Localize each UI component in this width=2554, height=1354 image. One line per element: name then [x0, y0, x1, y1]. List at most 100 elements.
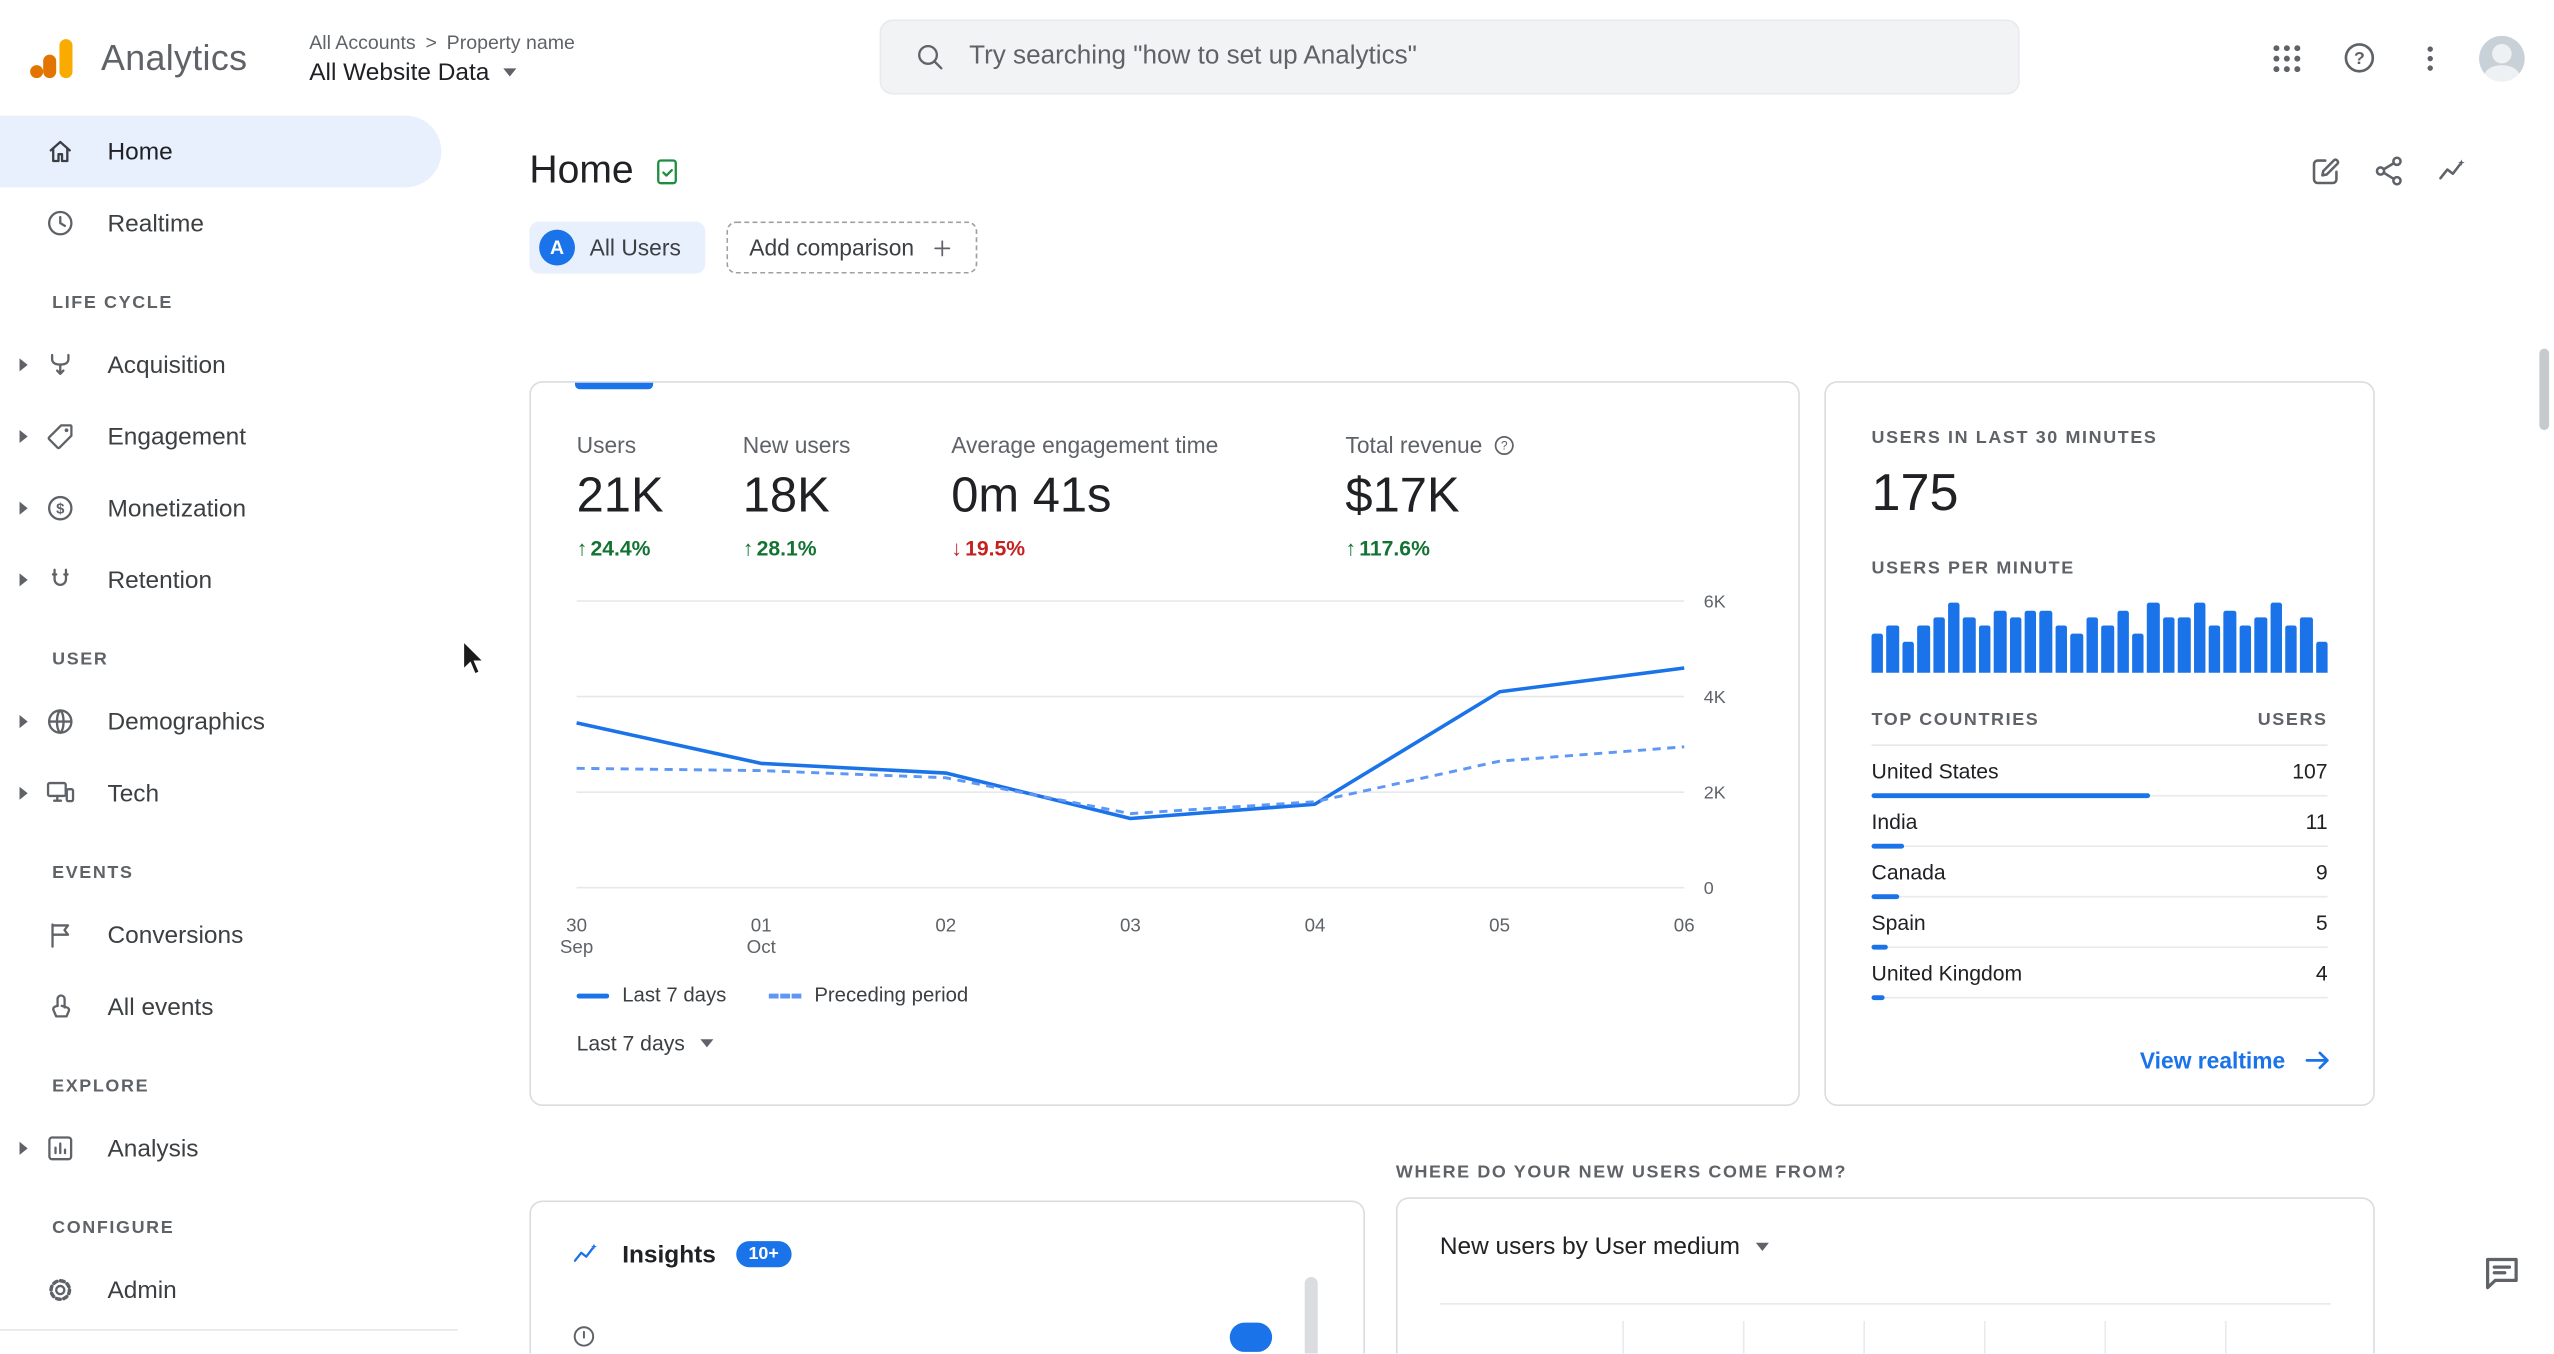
topbar: Analytics All Accounts > Property name A…	[0, 0, 2554, 116]
brand-name: Analytics	[100, 36, 248, 78]
country-users: 11	[2305, 809, 2328, 834]
sidebar-item-label: Admin	[107, 1276, 177, 1304]
sidebar-item-acquisition[interactable]: Acquisition	[0, 329, 458, 401]
expand-arrow-icon	[19, 573, 28, 587]
insight-list-item[interactable]	[531, 1297, 1363, 1352]
sidebar-item-realtime[interactable]: Realtime	[0, 187, 458, 259]
sidebar-item-tech[interactable]: Tech	[0, 757, 458, 829]
svg-text:$: $	[56, 501, 65, 518]
sidebar-item-monetization[interactable]: $ Monetization	[0, 472, 458, 544]
sidebar-item-label: All events	[107, 992, 214, 1021]
country-row: United Kingdom 4	[1871, 948, 2328, 1001]
country-name: Spain	[1871, 910, 1926, 935]
breadcrumb-property-name[interactable]: Property name	[447, 30, 575, 53]
analytics-app: Analytics All Accounts > Property name A…	[0, 0, 2554, 1354]
metric-delta: ↓ 19.5%	[951, 535, 1026, 561]
country-row: Spain 5	[1871, 897, 2328, 950]
feedback-chat-button[interactable]	[2479, 1251, 2525, 1305]
users-column-header: USERS	[2257, 710, 2328, 730]
top-countries-header: TOP COUNTRIES	[1871, 710, 2040, 730]
flag-icon	[42, 919, 78, 952]
svg-text:6K: 6K	[1704, 592, 1726, 612]
expand-arrow-icon	[19, 786, 28, 800]
new-users-table-skeleton	[1439, 1303, 2331, 1354]
country-users: 5	[2315, 910, 2328, 935]
search-bar[interactable]	[879, 19, 2020, 95]
sidebar-item-conversions[interactable]: Conversions	[0, 899, 458, 971]
search-input[interactable]	[969, 42, 1989, 72]
svg-text:4K: 4K	[1704, 687, 1726, 707]
sidebar-item-retention[interactable]: Retention	[0, 544, 458, 616]
new-users-card: New users by User medium	[1395, 1197, 2375, 1354]
metric-avg-engagement-time[interactable]: Average engagement time 0m 41s ↓ 19.5%	[951, 432, 1345, 561]
metric-label: Users	[576, 431, 637, 458]
customize-icon	[2312, 158, 2340, 185]
chevron-down-icon	[699, 1039, 713, 1048]
insights-panel-button[interactable]	[2435, 153, 2471, 189]
date-range-value: Last 7 days	[576, 1031, 685, 1056]
account-property-selector[interactable]: All Accounts > Property name All Website…	[309, 30, 575, 85]
metric-new-users[interactable]: New users 18K ↑ 28.1%	[743, 432, 951, 561]
trend-chart-svg: 0 2K 4K 6K	[576, 592, 1726, 898]
share-report-button[interactable]	[2372, 153, 2408, 189]
customize-report-button[interactable]	[2308, 153, 2344, 189]
apps-grid-icon	[2273, 44, 2301, 72]
sidebar-item-label: Home	[107, 137, 173, 166]
sidebar-collapse-button[interactable]	[0, 1331, 458, 1354]
expand-arrow-icon	[19, 430, 28, 444]
sidebar-item-demographics[interactable]: Demographics	[0, 686, 458, 758]
insights-spark-icon	[573, 1243, 597, 1262]
metric-total-revenue[interactable]: Total revenue ? $17K ↑ 117.6%	[1345, 432, 1516, 561]
sidebar-item-label: Analysis	[107, 1134, 199, 1163]
add-comparison-button[interactable]: Add comparison	[726, 221, 978, 274]
account-avatar-button[interactable]	[2469, 25, 2534, 90]
comparison-chip-label: All Users	[589, 234, 681, 261]
metric-label: New users	[742, 431, 851, 458]
google-analytics-logo[interactable]: Analytics	[26, 32, 247, 84]
metric-label: Average engagement time	[951, 431, 1219, 458]
help-circle-icon[interactable]: ?	[1492, 432, 1516, 456]
new-users-card-title: New users by User medium	[1439, 1233, 1740, 1261]
sidebar-item-engagement[interactable]: Engagement	[0, 401, 458, 473]
metric-delta: ↑ 28.1%	[742, 535, 817, 561]
more-options-button[interactable]	[2398, 25, 2463, 90]
metric-delta: ↑ 117.6%	[1345, 535, 1430, 561]
view-realtime-link[interactable]: View realtime	[2140, 1044, 2334, 1077]
metric-users[interactable]: Users 21K ↑ 24.4%	[577, 432, 743, 561]
page-scrollbar-thumb[interactable]	[2539, 348, 2550, 431]
sidebar-item-all-events[interactable]: All events	[0, 971, 458, 1043]
breadcrumb: All Accounts > Property name	[309, 30, 575, 53]
metric-value: $17K	[1345, 469, 1460, 523]
new-users-dimension-selector[interactable]: New users by User medium	[1440, 1233, 2331, 1261]
svg-text:?: ?	[1501, 438, 1508, 452]
apps-grid-button[interactable]	[2254, 25, 2319, 90]
svg-text:0: 0	[1704, 878, 1714, 898]
sidebar-item-label: Realtime	[107, 209, 204, 237]
country-bar	[1871, 995, 1886, 1001]
sidebar-item-analysis[interactable]: Analysis	[0, 1112, 458, 1184]
topbar-actions: ?	[2254, 25, 2534, 90]
country-name: United States	[1871, 759, 1999, 784]
solid-line-swatch	[576, 992, 610, 998]
delta-arrow-icon: ↑	[576, 535, 588, 561]
delta-arrow-icon: ↑	[1345, 535, 1357, 561]
engagement-icon	[42, 420, 78, 453]
sidebar-item-admin[interactable]: Admin	[0, 1254, 458, 1326]
country-row: Canada 9	[1871, 847, 2328, 900]
property-selector-value[interactable]: All Website Data	[309, 58, 489, 86]
trend-chart-legend: Last 7 days Preceding period	[576, 984, 1756, 1007]
help-button[interactable]: ?	[2326, 25, 2391, 90]
analytics-logo-icon	[30, 38, 73, 78]
insights-count-badge: 10+	[735, 1241, 792, 1268]
sidebar-item-home[interactable]: Home	[0, 115, 442, 188]
overview-metrics-card: Users 21K ↑ 24.4% New users 18K ↑ 28.1% …	[529, 381, 1800, 1106]
sidebar-section-explore: EXPLORE	[52, 1076, 150, 1097]
devices-icon	[42, 777, 78, 810]
date-range-selector[interactable]: Last 7 days	[577, 1031, 1799, 1055]
plus-icon	[934, 239, 951, 256]
globe-icon	[42, 705, 78, 738]
insights-scrollbar[interactable]	[1304, 1277, 1318, 1354]
breadcrumb-all-accounts[interactable]: All Accounts	[309, 30, 415, 53]
all-users-comparison-chip[interactable]: A All Users	[529, 221, 706, 274]
delta-arrow-icon: ↑	[742, 535, 754, 561]
